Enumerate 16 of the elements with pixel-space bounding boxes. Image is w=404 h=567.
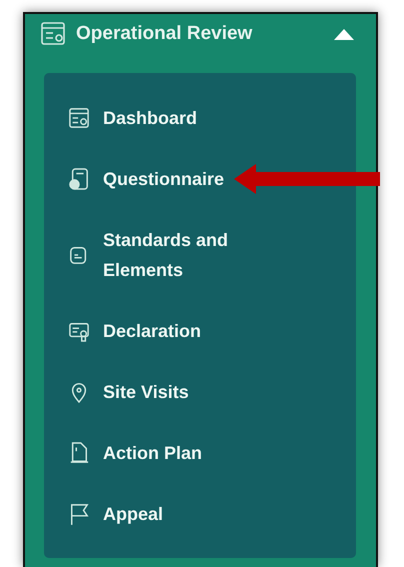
menu-item[interactable]: Action Plan	[103, 438, 202, 468]
menu-item[interactable]: Site Visits	[103, 377, 189, 407]
dashboard-icon	[69, 106, 89, 130]
menu-title: Operational Review	[76, 23, 254, 45]
menu-item[interactable]: Questionnaire	[103, 164, 224, 194]
flag-icon	[69, 502, 89, 526]
document-icon	[69, 441, 89, 465]
menu-item[interactable]: Dashboard	[103, 103, 198, 133]
menu-item[interactable]: Declaration	[103, 316, 202, 346]
menu-item[interactable]: Appeal	[103, 499, 164, 529]
clipboard-question-icon	[69, 167, 89, 191]
menu-item[interactable]: Standards and Elements	[103, 225, 253, 285]
menu-header[interactable]: Operational Review	[25, 14, 376, 54]
caret-up-icon	[334, 28, 354, 40]
dashboard-icon	[41, 21, 67, 47]
location-pin-icon	[69, 380, 89, 404]
